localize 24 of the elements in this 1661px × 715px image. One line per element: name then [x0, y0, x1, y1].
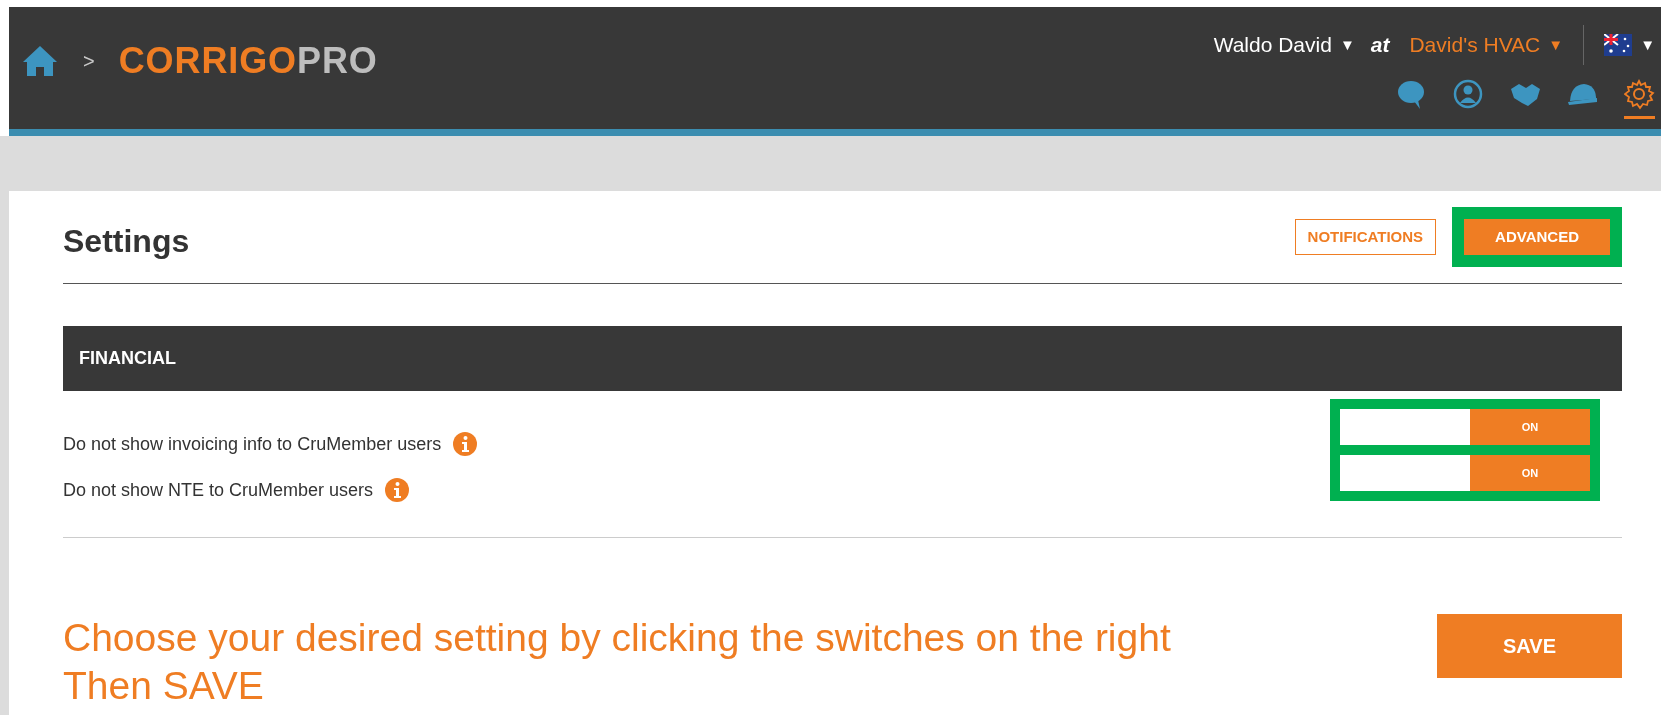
- instruction-text: Choose your desired setting by clicking the switches on the right: [63, 615, 1171, 661]
- instruction-text: Then SAVE: [63, 663, 265, 709]
- at-label: at: [1370, 32, 1390, 59]
- toggle-switch[interactable]: ON: [1340, 409, 1590, 445]
- save-button[interactable]: SAVE: [1437, 614, 1622, 678]
- caret-icon[interactable]: ▼: [1548, 33, 1564, 57]
- tab[interactable]: ADVANCED: [1464, 219, 1610, 255]
- gear-icon[interactable]: [1624, 79, 1655, 119]
- home-icon[interactable]: [21, 44, 59, 78]
- info-icon[interactable]: [453, 432, 478, 456]
- user-menu[interactable]: Waldo David: [1213, 29, 1332, 61]
- info-icon[interactable]: [385, 478, 410, 502]
- section-title: FINANCIAL: [79, 347, 176, 370]
- setting-label: Do not show NTE to CruMember users: [63, 478, 374, 502]
- company-menu[interactable]: David's HVAC: [1409, 29, 1541, 61]
- toggle-switch[interactable]: ON: [1340, 455, 1590, 491]
- breadcrumb-separator: >: [83, 49, 95, 74]
- tab[interactable]: NOTIFICATIONS: [1294, 219, 1437, 255]
- setting-label: Do not show invoicing info to CruMember users: [63, 432, 442, 456]
- page-title: Settings: [63, 222, 190, 261]
- flag-icon[interactable]: [1604, 34, 1633, 56]
- caret-icon[interactable]: ▼: [1339, 33, 1355, 57]
- corrigo-pro-logo[interactable]: CORRIGOPRO: [118, 34, 378, 88]
- caret-icon[interactable]: ▼: [1640, 33, 1655, 57]
